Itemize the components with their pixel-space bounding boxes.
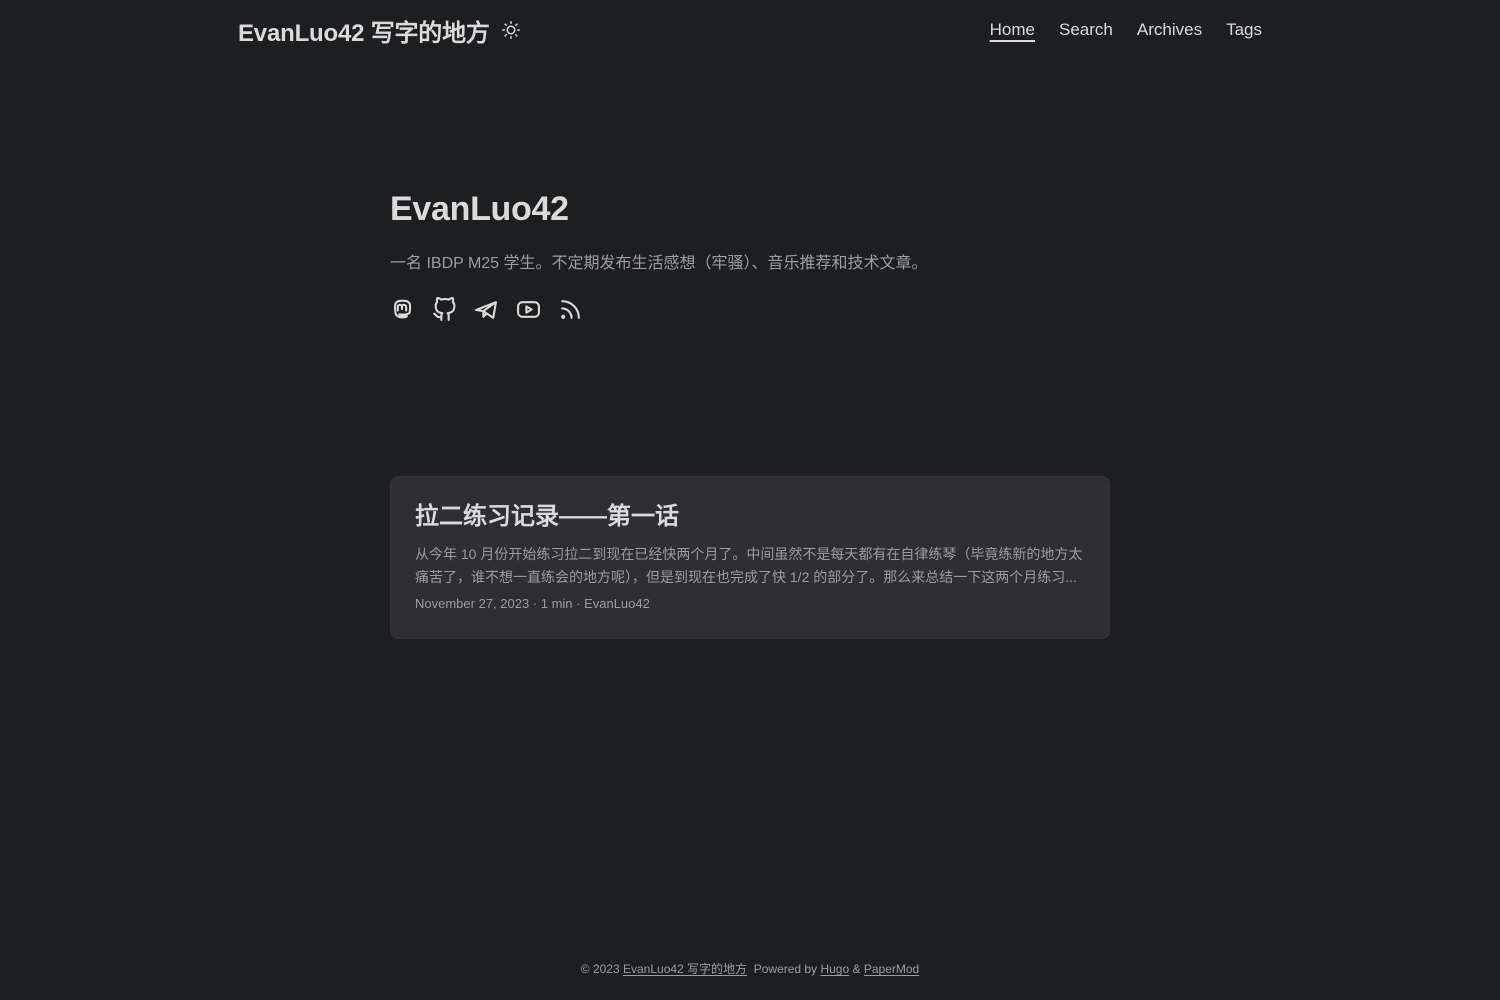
sun-icon — [501, 21, 520, 39]
nav-search[interactable]: Search — [1059, 20, 1113, 40]
main-nav: Home Search Archives Tags — [990, 20, 1262, 40]
telegram-link[interactable] — [474, 297, 499, 322]
mastodon-icon — [394, 299, 412, 319]
footer-copyright: © 2023 — [580, 962, 620, 976]
post-entry[interactable]: 拉二练习记录——第一话 从今年 10 月份开始练习拉二到现在已经快两个月了。中间… — [390, 476, 1110, 639]
nav-tags[interactable]: Tags — [1226, 20, 1262, 40]
home-info: EvanLuo42 一名 IBDP M25 学生。不定期发布生活感想（牢骚）、音… — [390, 190, 1110, 322]
site-logo[interactable]: EvanLuo42 写字的地方 — [238, 13, 490, 48]
nav-home[interactable]: Home — [990, 20, 1035, 40]
post-summary: 从今年 10 月份开始练习拉二到现在已经快两个月了。中间虽然不是每天都有在自律练… — [415, 546, 1083, 585]
telegram-icon — [475, 301, 497, 319]
footer-amp: & — [852, 962, 861, 976]
post-meta: November 27, 2023 · 1 min · EvanLuo42 — [415, 596, 650, 611]
site-header: EvanLuo42 写字的地方 Home Search Archives Tag… — [238, 0, 1262, 60]
logo-switches: EvanLuo42 写字的地方 — [238, 13, 522, 48]
social-icons — [390, 297, 1110, 322]
rss-link[interactable] — [558, 297, 583, 322]
theme-toggle-button[interactable] — [500, 19, 522, 41]
home-title: EvanLuo42 — [390, 190, 569, 228]
footer-site-link[interactable]: EvanLuo42 写字的地方 — [623, 962, 747, 976]
footer-papermod-link[interactable]: PaperMod — [864, 962, 919, 976]
site-footer: © 2023 EvanLuo42 写字的地方 Powered by Hugo &… — [0, 960, 1500, 977]
youtube-link[interactable] — [516, 297, 541, 322]
post-title: 拉二练习记录——第一话 — [415, 503, 679, 530]
home-description: 一名 IBDP M25 学生。不定期发布生活感想（牢骚）、音乐推荐和技术文章。 — [390, 255, 928, 272]
footer-powered-by: Powered by — [753, 962, 818, 976]
mastodon-link[interactable] — [390, 297, 415, 322]
nav-archives[interactable]: Archives — [1137, 20, 1202, 40]
youtube-icon — [517, 301, 540, 318]
github-link[interactable] — [432, 297, 457, 322]
github-icon — [433, 297, 456, 321]
rss-icon — [561, 300, 580, 319]
footer-hugo-link[interactable]: Hugo — [820, 962, 849, 976]
